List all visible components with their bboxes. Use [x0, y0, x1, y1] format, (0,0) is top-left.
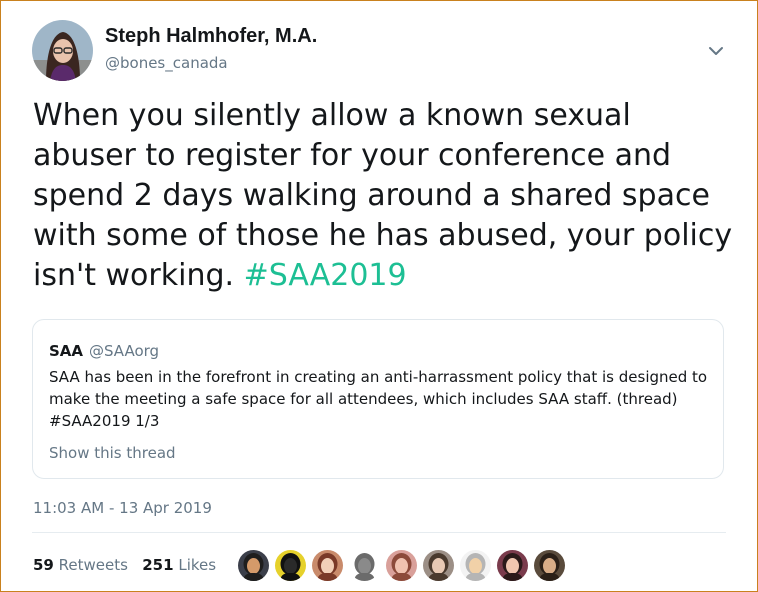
author-display-name[interactable]: Steph Halmhofer, M.A. [105, 25, 317, 48]
liker-avatar[interactable] [238, 549, 269, 581]
quoted-author-handle: @SAAorg [89, 342, 160, 360]
liker-avatar[interactable] [312, 549, 343, 581]
likes-count: 251 [142, 556, 174, 574]
retweets-count: 59 [33, 556, 54, 574]
tweet-timestamp[interactable]: 11:03 AM - 13 Apr 2019 [33, 499, 212, 517]
liker-avatar[interactable] [460, 549, 491, 581]
tweet-text: When you silently allow a known sexual a… [33, 96, 733, 296]
quoted-tweet-text: SAA has been in the forefront in creatin… [49, 368, 708, 430]
liker-avatar[interactable] [349, 549, 380, 581]
tweet-card: Steph Halmhofer, M.A. @bones_canada When… [0, 0, 758, 592]
chevron-down-icon[interactable] [704, 39, 728, 63]
show-thread-link[interactable]: Show this thread [49, 444, 176, 462]
retweets-stat[interactable]: 59 Retweets [33, 556, 128, 574]
tweet-stats: 59 Retweets 251 Likes [33, 556, 216, 574]
quoted-tweet[interactable]: SAA @SAAorg SAA has been in the forefron… [32, 319, 724, 479]
liker-avatar[interactable] [386, 549, 417, 581]
liker-avatar[interactable] [275, 549, 306, 581]
quoted-author-name: SAA [49, 342, 84, 360]
likes-label: Likes [178, 556, 217, 574]
liker-avatar[interactable] [534, 549, 565, 581]
avatar-image [32, 20, 93, 81]
liker-avatar[interactable] [497, 549, 528, 581]
liker-avatars [238, 548, 565, 582]
retweets-label: Retweets [58, 556, 128, 574]
author-avatar[interactable] [32, 20, 93, 81]
author-handle[interactable]: @bones_canada [105, 54, 228, 72]
hashtag-link[interactable]: #SAA2019 [244, 258, 407, 293]
likes-stat[interactable]: 251 Likes [142, 556, 216, 574]
liker-avatar[interactable] [423, 549, 454, 581]
divider [32, 532, 726, 533]
